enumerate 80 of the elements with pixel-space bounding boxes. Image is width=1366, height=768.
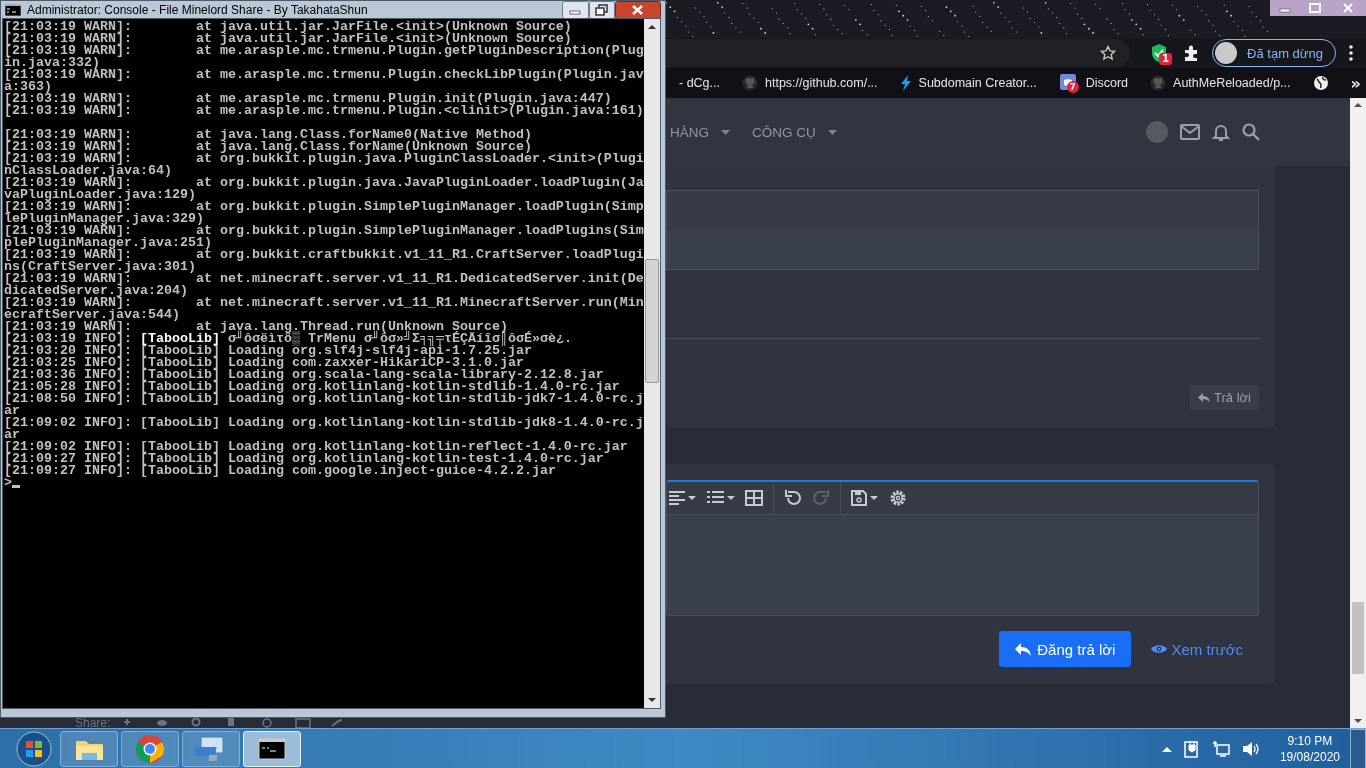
avatar-icon — [1215, 42, 1238, 64]
minimize-icon[interactable] — [562, 1, 589, 19]
console-line: [21:03:19 WARN]: at net.minecraft.server.v1_11_R1.MinecraftServer.run(MinecraftServer.java:544) — [4, 297, 644, 321]
caret-icon — [721, 129, 730, 135]
caret-icon — [827, 129, 837, 135]
menu-icon[interactable] — [1348, 44, 1354, 62]
nav-menu-item[interactable]: CÔNG CỤ — [752, 124, 837, 140]
show-desktop-button[interactable] — [1350, 728, 1366, 768]
bookmark-item[interactable]: 7 Discord — [1058, 73, 1129, 93]
scrollbar-thumb[interactable] — [645, 259, 659, 383]
chevron-up-icon[interactable] — [1161, 745, 1172, 752]
console-line: [21:03:19 WARN]: at me.arasple.mc.trmenu.Plugin.init(Plugin.java:447) — [4, 93, 612, 105]
bookmark-item[interactable]: https://github.com/... — [742, 75, 878, 91]
mail-icon[interactable] — [1180, 124, 1200, 140]
console-line: [21:03:19 WARN]: at org.bukkit.craftbukkit.v1_11_R1.CraftServer.loadPlugins(CraftServer.java:301) — [4, 249, 644, 273]
octocat-icon — [1150, 75, 1167, 91]
window-title: Administrator: Console - File Minelord Share - By TakahataShun — [27, 2, 368, 17]
prompt: > — [4, 477, 12, 489]
console-line: [21:03:19 WARN]: at me.arasple.mc.trmenu.Plugin.getPluginDescription(Plugin.java:332) — [4, 45, 644, 69]
list-icon[interactable] — [707, 490, 735, 506]
console-line: [21:03:20 INFO]: [TabooLib] Loading org.slf4j-slf4j-api-1.7.25.jar — [4, 345, 532, 357]
nav-menu-item[interactable]: HÀNG — [670, 124, 730, 140]
console-line: [21:03:19 WARN]: at me.arasple.mc.trmenu.Plugin.<clinit>(Plugin.java:161) — [4, 105, 644, 117]
clock[interactable]: 9:10 PM 19/08/2020 — [1279, 732, 1340, 765]
console-line: [21:03:19 WARN]: at org.bukkit.plugin.SimplePluginManager.loadPlugins(SimplePluginManager.java:251) — [4, 225, 644, 249]
network-icon[interactable] — [1211, 739, 1230, 758]
terminal-icon — [5, 3, 21, 16]
bell-icon[interactable] — [1212, 123, 1230, 141]
console-line: [21:03:19 WARN]: at java.lang.Class.forName0(Native Method) — [4, 129, 533, 141]
console-line: [21:08:50 INFO]: [TabooLib] Loading org.kotlinlang-kotlin-stdlib-jdk7-1.4.0-rc.jar — [4, 393, 644, 417]
eye-icon — [1151, 643, 1168, 655]
scrollbar-thumb[interactable] — [1352, 602, 1364, 674]
bookmark-item[interactable]: AuthMeReloaded/p... — [1150, 75, 1291, 91]
chrome-icon — [134, 732, 166, 765]
more-bookmarks-button[interactable]: » — [1350, 73, 1361, 93]
console-line: [21:03:19 WARN]: at me.arasple.mc.trmenu.Plugin.checkLibPlugin(Plugin.java:363) — [4, 69, 644, 93]
lightning-icon — [899, 75, 912, 91]
undo-icon[interactable] — [784, 489, 802, 507]
console-line: [21:05:28 INFO]: [TabooLib] Loading org.kotlinlang-kotlin-stdlib-1.4.0-rc.jar — [4, 381, 620, 393]
shield-extension-button[interactable]: 1 — [1148, 41, 1171, 65]
console-line: [21:03:36 INFO]: [TabooLib] Loading org.scala-lang-scala-library-2.12.8.jar — [4, 369, 604, 381]
power-plug-icon[interactable] — [1183, 739, 1200, 758]
text-cursor — [12, 485, 20, 488]
post-reply-button[interactable]: Đăng trả lời — [999, 631, 1132, 667]
share-label: Share: — [75, 716, 111, 730]
console-line: [21:03:19 WARN]: at java.util.jar.JarFile.<init>(Unknown Source) — [4, 33, 572, 45]
console-line: [21:09:02 INFO]: [TabooLib] Loading org.kotlinlang-kotlin-stdlib-jdk8-1.4.0-rc.jar — [4, 417, 644, 441]
maximize-icon[interactable] — [589, 1, 615, 19]
console-line: [21:09:27 INFO]: [TabooLib] Loading org.kotlinlang-kotlin-test-1.4.0-rc.jar — [4, 453, 604, 465]
star-icon[interactable] — [1100, 45, 1117, 61]
search-icon[interactable] — [1242, 123, 1260, 141]
console-line: [21:03:25 INFO]: [TabooLib] Loading com.zaxxer-HikariCP-3.1.0.jar — [4, 357, 524, 369]
start-button-icon[interactable] — [16, 730, 52, 767]
console-line: [21:03:19 WARN]: at java.util.jar.JarFile.<init>(Unknown Source) — [4, 21, 573, 33]
console-line: [21:03:19 WARN]: at org.bukkit.plugin.SimplePluginManager.loadPlugin(SimplePluginManager.java:329) — [4, 201, 644, 225]
preview-link[interactable]: Xem trước — [1151, 640, 1243, 658]
bookmark-item[interactable]: - dCg... — [679, 76, 720, 90]
console-line: [21:03:19 WARN]: at java.lang.Class.forName(Unknown Source) — [4, 141, 532, 153]
console-line: [21:03:19 WARN]: at org.bukkit.plugin.java.PluginClassLoader.<init>(PluginClassLoader.java:64) — [4, 153, 644, 177]
console-line: [21:03:19 WARN]: at net.minecraft.server.v1_11_R1.DedicatedServer.init(DedicatedServer.java:204) — [4, 273, 644, 297]
table-icon[interactable] — [745, 490, 763, 506]
console-line: [21:09:02 INFO]: [TabooLib] Loading org.kotlinlang-kotlin-reflect-1.4.0-rc.jar — [4, 441, 629, 453]
align-left-icon[interactable] — [669, 490, 697, 506]
notification-badge: 1 — [1159, 53, 1173, 65]
console-scrollbar[interactable] — [644, 19, 660, 708]
speaker-icon[interactable] — [1241, 739, 1260, 758]
console-line: [21:09:27 INFO]: [TabooLib] Loading com.google.inject-guice-4.2.2.jar — [4, 465, 556, 477]
bookmark-item[interactable] — [1312, 75, 1329, 91]
bookmark-item[interactable]: Subdomain Creator... — [899, 75, 1037, 91]
page-scrollbar[interactable] — [1350, 98, 1366, 728]
settings-icon[interactable] — [889, 489, 907, 507]
floppy-disk-icon[interactable] — [851, 490, 879, 506]
reply-arrow-icon — [1198, 392, 1211, 403]
close-icon[interactable] — [615, 1, 661, 19]
chat-app-icon — [1058, 73, 1079, 93]
reply-arrow-icon — [1015, 642, 1032, 656]
octocat-icon — [742, 75, 758, 91]
console-line: [21:03:19 WARN]: at org.bukkit.plugin.java.JavaPluginLoader.loadPlugin(JavaPluginLoader.java:129) — [4, 177, 644, 201]
reply-button[interactable]: Trả lời — [1190, 385, 1259, 410]
globe-icon — [1312, 75, 1329, 91]
